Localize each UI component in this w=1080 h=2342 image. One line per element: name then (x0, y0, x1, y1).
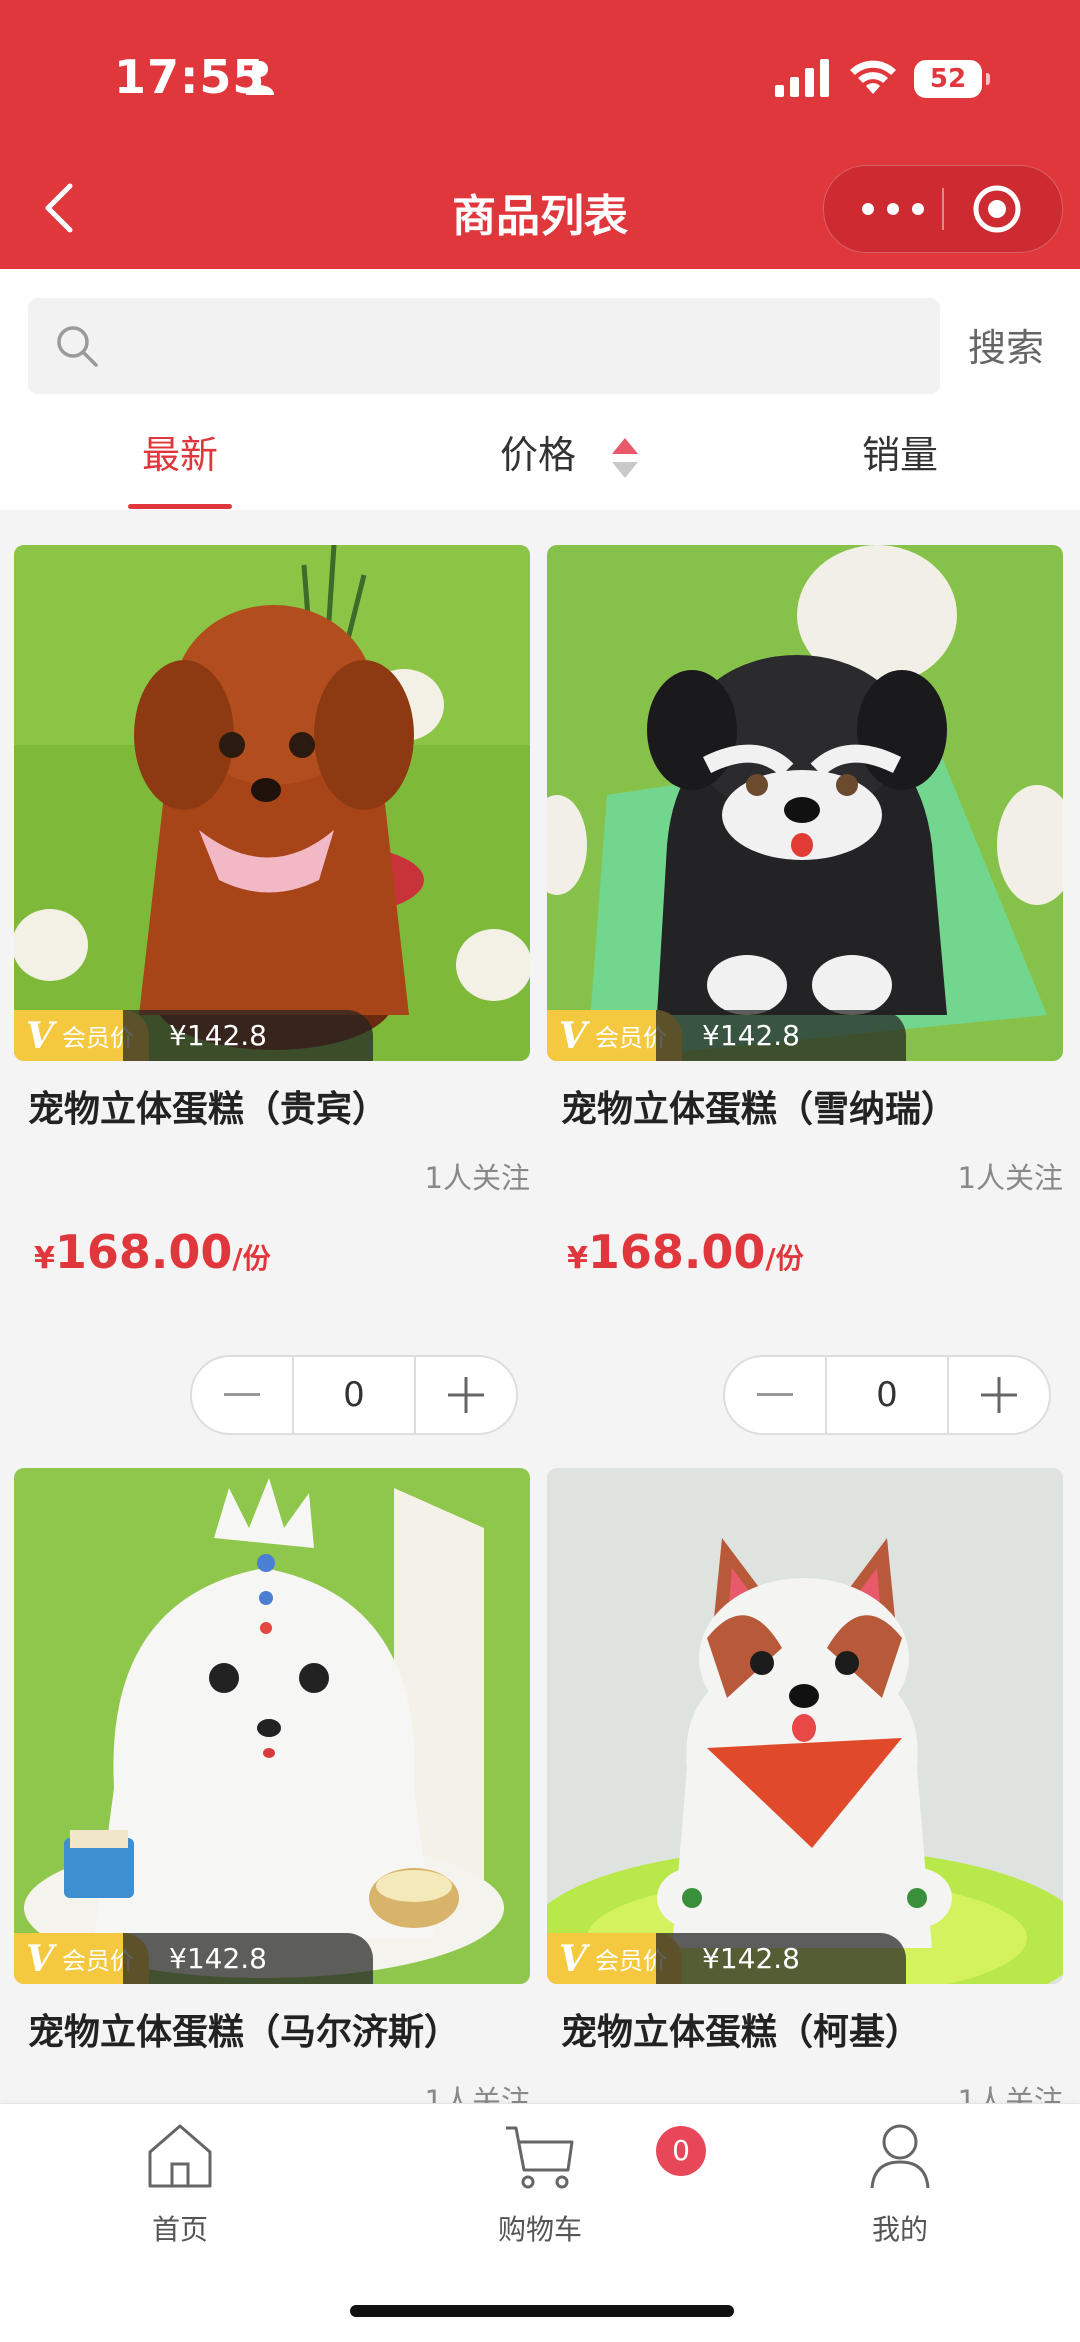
product-name[interactable]: 宠物立体蛋糕（雪纳瑞） (561, 1080, 957, 1132)
search-button[interactable]: 搜索 (968, 317, 1044, 372)
sort-tab-latest[interactable]: 最新 (142, 424, 218, 479)
top-header: 17:55 52 商品列表 (0, 0, 1080, 269)
member-price-value: ¥142.8 (656, 1933, 906, 1984)
sort-order-icon[interactable] (610, 434, 640, 484)
price-value: 168.00 (54, 1225, 233, 1279)
product-image[interactable] (14, 1468, 530, 1984)
minus-icon (224, 1393, 260, 1396)
vip-icon: V (26, 1937, 54, 1980)
member-price-tag: V 会员价 ¥142.8 (14, 1010, 394, 1061)
decrease-button[interactable] (192, 1357, 292, 1433)
member-price-tag: V 会员价 ¥142.8 (547, 1010, 927, 1061)
member-price-value: ¥142.8 (123, 1010, 373, 1061)
increase-button[interactable] (416, 1357, 516, 1433)
follow-count: 1人关注 (424, 1161, 530, 1195)
product-price: ¥168.00/份 (567, 1225, 804, 1279)
sort-tab-price[interactable]: 价格 (500, 424, 576, 479)
follow-count: 1人关注 (957, 1161, 1063, 1195)
member-price-tag: V 会员价 ¥142.8 (14, 1933, 394, 1984)
home-indicator[interactable] (350, 2305, 734, 2317)
product-name[interactable]: 宠物立体蛋糕（贵宾） (28, 1080, 388, 1132)
tab-home[interactable]: 首页 (100, 2122, 260, 2248)
plus-icon (981, 1377, 1017, 1413)
product-image[interactable] (547, 1468, 1063, 1984)
price-value: 168.00 (587, 1225, 766, 1279)
capsule-divider (942, 188, 944, 230)
vip-icon: V (26, 1014, 54, 1057)
search-icon (57, 326, 98, 367)
miniprogram-capsule (823, 165, 1063, 253)
search-box[interactable] (28, 298, 940, 394)
quantity-stepper: 0 (723, 1355, 1051, 1435)
sort-tab-sales[interactable]: 销量 (862, 424, 938, 479)
price-unit: /份 (765, 1242, 804, 1275)
cellular-signal-icon (775, 59, 829, 97)
cart-icon (506, 2126, 574, 2189)
product-image[interactable] (14, 545, 530, 1061)
tab-cart[interactable]: 购物车 (460, 2122, 620, 2248)
tab-me-label: 我的 (871, 2213, 928, 2246)
price-symbol: ¥ (567, 1241, 588, 1276)
tab-home-label: 首页 (151, 2213, 208, 2246)
product-price: ¥168.00/份 (34, 1225, 271, 1279)
product-image[interactable] (547, 545, 1063, 1061)
wifi-icon (850, 60, 896, 94)
member-price-value: ¥142.8 (656, 1010, 906, 1061)
minus-icon (757, 1393, 793, 1396)
cart-count-badge: 0 (656, 2126, 706, 2176)
member-price-value: ¥142.8 (123, 1933, 373, 1984)
active-tab-underline (128, 504, 232, 509)
person-status-icon (246, 61, 274, 95)
price-symbol: ¥ (34, 1241, 55, 1276)
quantity-value[interactable]: 0 (825, 1357, 949, 1433)
vip-icon: V (559, 1014, 587, 1057)
vip-icon: V (559, 1937, 587, 1980)
increase-button[interactable] (949, 1357, 1049, 1433)
more-menu-button[interactable] (848, 166, 938, 252)
status-time: 17:55 (114, 50, 266, 104)
search-input[interactable] (114, 316, 918, 378)
filter-panel: 搜索 最新 价格 销量 (0, 269, 1080, 510)
product-name[interactable]: 宠物立体蛋糕（马尔济斯） (28, 2003, 460, 2055)
member-price-tag: V 会员价 ¥142.8 (547, 1933, 927, 1984)
product-name[interactable]: 宠物立体蛋糕（柯基） (561, 2003, 921, 2055)
close-miniprogram-button[interactable] (972, 184, 1022, 234)
quantity-value[interactable]: 0 (292, 1357, 416, 1433)
tab-me[interactable]: 我的 (820, 2122, 980, 2248)
quantity-stepper: 0 (190, 1355, 518, 1435)
tab-cart-label: 购物车 (497, 2213, 582, 2246)
home-icon (148, 2124, 212, 2188)
battery-indicator: 52 (914, 60, 990, 98)
plus-icon (448, 1377, 484, 1413)
price-unit: /份 (232, 1242, 271, 1275)
user-icon (870, 2124, 930, 2189)
decrease-button[interactable] (725, 1357, 825, 1433)
